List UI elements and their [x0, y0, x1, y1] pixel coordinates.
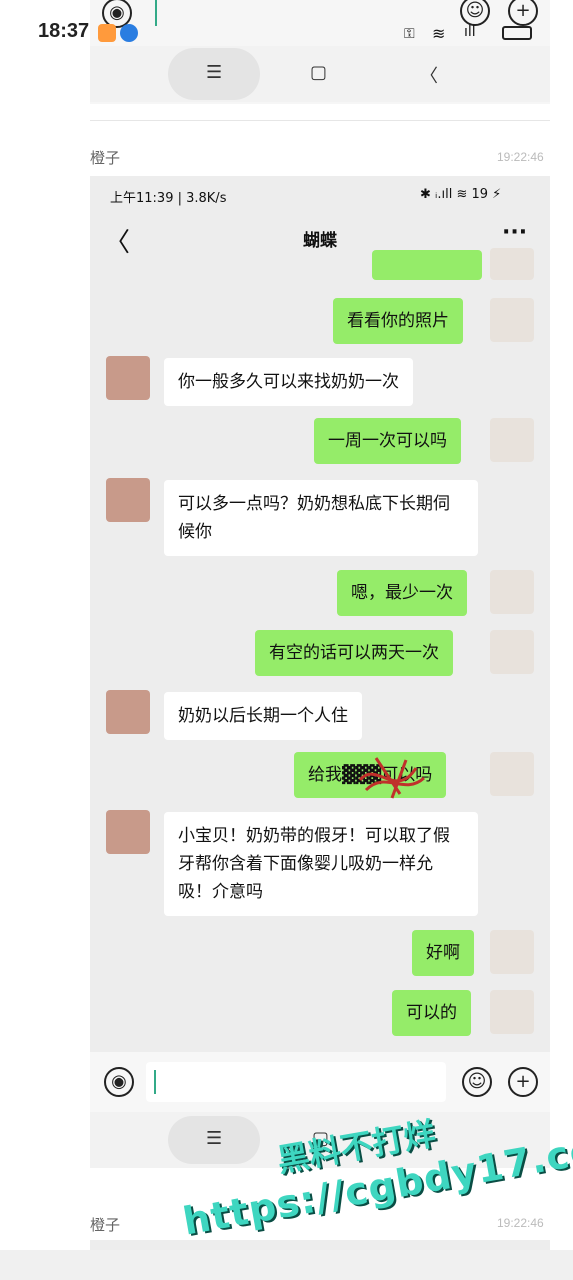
divider [90, 120, 550, 121]
chat-input-bar: ◉ ☺ + [90, 1052, 550, 1112]
sender-name: 橙子 [90, 1216, 121, 1234]
shared-screenshot[interactable]: 上午11:39 | 3.8K/s ✱ ᵢ.ıll ≋ 19 ⚡ 〈 蝴蝶 ···… [90, 176, 550, 1168]
scribble-redaction [358, 757, 426, 799]
avatar [490, 990, 534, 1034]
bottom-strip [0, 1250, 573, 1280]
text-cursor [154, 1070, 156, 1094]
message-bubble-partial [372, 250, 482, 280]
sender-name: 橙子 [90, 149, 121, 167]
back-icon[interactable]: 〈 [420, 62, 438, 88]
message-bubble-out: 一周一次可以吗 [314, 418, 461, 464]
signal-icon: ıll [464, 24, 476, 40]
menu-icon[interactable]: ☰ [206, 62, 222, 83]
app-badge-icon [98, 24, 116, 42]
plus-icon[interactable]: + [508, 1067, 538, 1097]
message-bubble-out: 有空的话可以两天一次 [255, 630, 453, 676]
message-bubble-in: 小宝贝！奶奶带的假牙！可以取了假牙帮你含着下面像婴儿吸奶一样允吸！介意吗 [164, 812, 478, 916]
avatar [490, 248, 534, 280]
avatar [106, 810, 150, 854]
message-bubble-out: 可以的 [392, 990, 471, 1036]
avatar [490, 930, 534, 974]
message-input[interactable] [146, 1062, 446, 1102]
status-time: 18:37 [38, 20, 90, 42]
avatar [106, 478, 150, 522]
message-bubble-out: 看看你的照片 [333, 298, 463, 344]
phone-status-icons: ✱ ᵢ.ıll ≋ 19 ⚡ [420, 187, 502, 202]
message-bubble-in: 你一般多久可以来找奶奶一次 [164, 358, 413, 406]
avatar [490, 752, 534, 796]
avatar [490, 298, 534, 342]
key-icon: ⚿ [404, 26, 415, 42]
voice-button[interactable]: ◉ [104, 1067, 134, 1097]
message-bubble-out: 好啊 [412, 930, 474, 976]
emoji-icon[interactable]: ☺ [462, 1067, 492, 1097]
avatar [490, 570, 534, 614]
avatar [490, 630, 534, 674]
chat-title: 蝴蝶 [303, 231, 337, 251]
message-timestamp: 19:22:46 [497, 1216, 544, 1230]
avatar [106, 690, 150, 734]
message-timestamp: 19:22:46 [497, 150, 544, 164]
app-badge-icon [120, 24, 138, 42]
phone-status-time: 上午11:39 | 3.8K/s [110, 191, 227, 206]
message-bubble-out: 嗯，最少一次 [337, 570, 467, 616]
wifi-icon: ≋ [432, 24, 446, 43]
avatar [106, 356, 150, 400]
menu-icon[interactable]: ☰ [206, 1128, 222, 1149]
more-icon[interactable]: ··· [502, 220, 527, 245]
phone-status-bar: 上午11:39 | 3.8K/s ✱ ᵢ.ıll ≋ 19 ⚡ [90, 176, 550, 216]
avatar [490, 418, 534, 462]
battery-icon [502, 26, 532, 40]
home-icon[interactable]: ▢ [310, 62, 327, 83]
message-bubble-in: 可以多一点吗？奶奶想私底下长期伺候你 [164, 480, 478, 556]
message-bubble-in: 奶奶以后长期一个人住 [164, 692, 362, 740]
